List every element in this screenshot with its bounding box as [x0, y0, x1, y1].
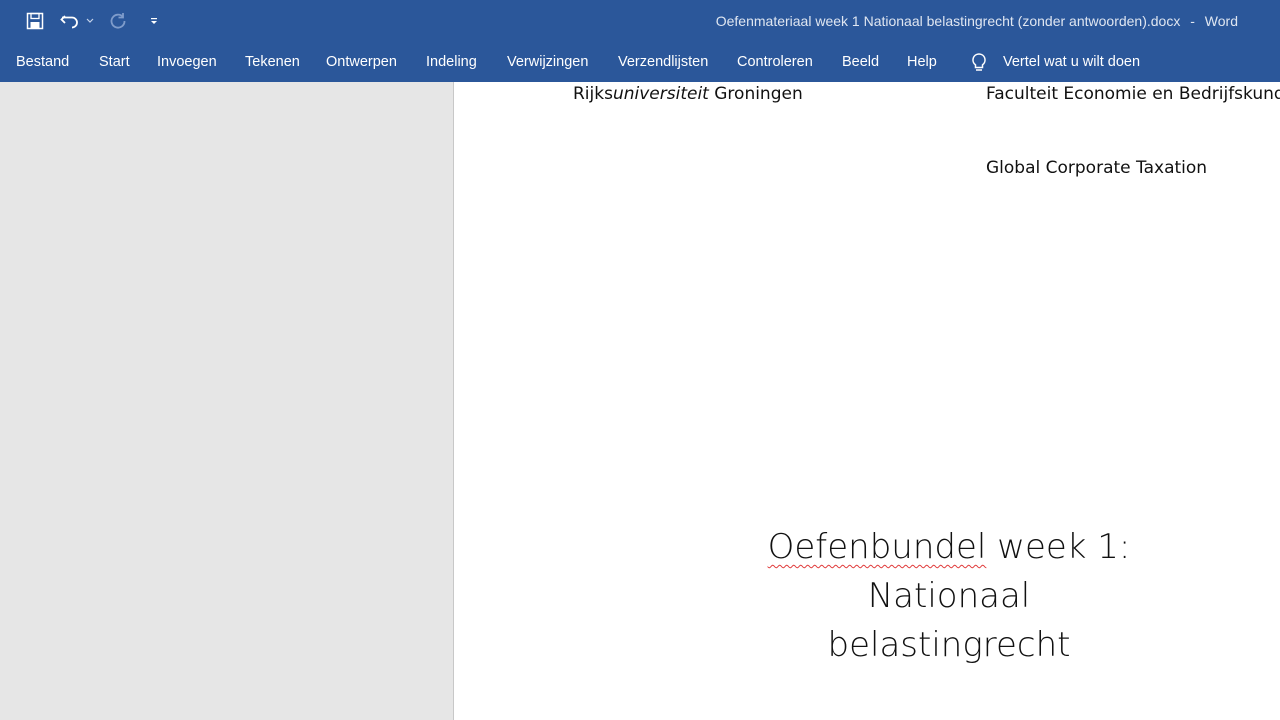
tab-verwijzingen[interactable]: Verwijzingen — [507, 54, 588, 70]
save-button[interactable] — [23, 9, 47, 33]
tab-beeld[interactable]: Beeld — [842, 54, 879, 70]
spelling-error-word[interactable]: Oefenbundel — [768, 527, 987, 567]
title-line-2: Nationaal belastingrecht — [827, 576, 1071, 665]
tab-start[interactable]: Start — [99, 54, 130, 70]
lightbulb-icon[interactable] — [969, 52, 989, 74]
tab-ontwerpen[interactable]: Ontwerpen — [326, 54, 397, 70]
tab-indeling[interactable]: Indeling — [426, 54, 477, 70]
redo-button[interactable] — [106, 9, 130, 33]
undo-dropdown-icon — [86, 18, 94, 23]
tell-me-search[interactable]: Vertel wat u wilt doen — [1003, 54, 1140, 70]
tab-help[interactable]: Help — [907, 54, 937, 70]
university-italic: universiteit — [612, 84, 709, 104]
university-name: Rijksuniversiteit Groningen — [573, 84, 803, 104]
title-separator: - — [1190, 13, 1195, 29]
save-icon — [26, 12, 44, 30]
title-line-1-rest: week 1: — [986, 527, 1131, 567]
tab-tekenen[interactable]: Tekenen — [245, 54, 300, 70]
tab-bestand[interactable]: Bestand — [16, 54, 69, 70]
document-title: Oefenbundel week 1: Nationaal belastingr… — [754, 523, 1144, 670]
undo-dropdown-button[interactable] — [83, 9, 97, 33]
tab-invoegen[interactable]: Invoegen — [157, 54, 217, 70]
title-bar: Oefenmateriaal week 1 Nationaal belastin… — [0, 0, 1280, 42]
university-prefix: Rijks — [573, 84, 613, 104]
ribbon-tabs: Bestand Start Invoegen Tekenen Ontwerpen… — [0, 42, 1280, 82]
course-name: Global Corporate Taxation — [986, 158, 1208, 178]
tab-verzendlijsten[interactable]: Verzendlijsten — [618, 54, 708, 70]
redo-icon — [110, 13, 126, 29]
document-page[interactable]: Rijksuniversiteit Groningen Faculteit Ec… — [453, 82, 1280, 720]
faculty-name: Faculteit Economie en Bedrijfskunde — [986, 84, 1280, 104]
title-line-1: Oefenbundel week 1: — [754, 523, 1144, 572]
customize-qat-button[interactable] — [142, 9, 166, 33]
university-suffix: Groningen — [708, 84, 803, 104]
window-title: Oefenmateriaal week 1 Nationaal belastin… — [716, 13, 1238, 29]
tab-controleren[interactable]: Controleren — [737, 54, 813, 70]
undo-button[interactable] — [58, 9, 82, 33]
document-filename: Oefenmateriaal week 1 Nationaal belastin… — [715, 13, 1181, 29]
customize-qat-icon — [151, 18, 157, 24]
app-name: Word — [1204, 13, 1238, 29]
document-workspace: Rijksuniversiteit Groningen Faculteit Ec… — [0, 82, 1280, 720]
undo-icon — [60, 15, 78, 29]
